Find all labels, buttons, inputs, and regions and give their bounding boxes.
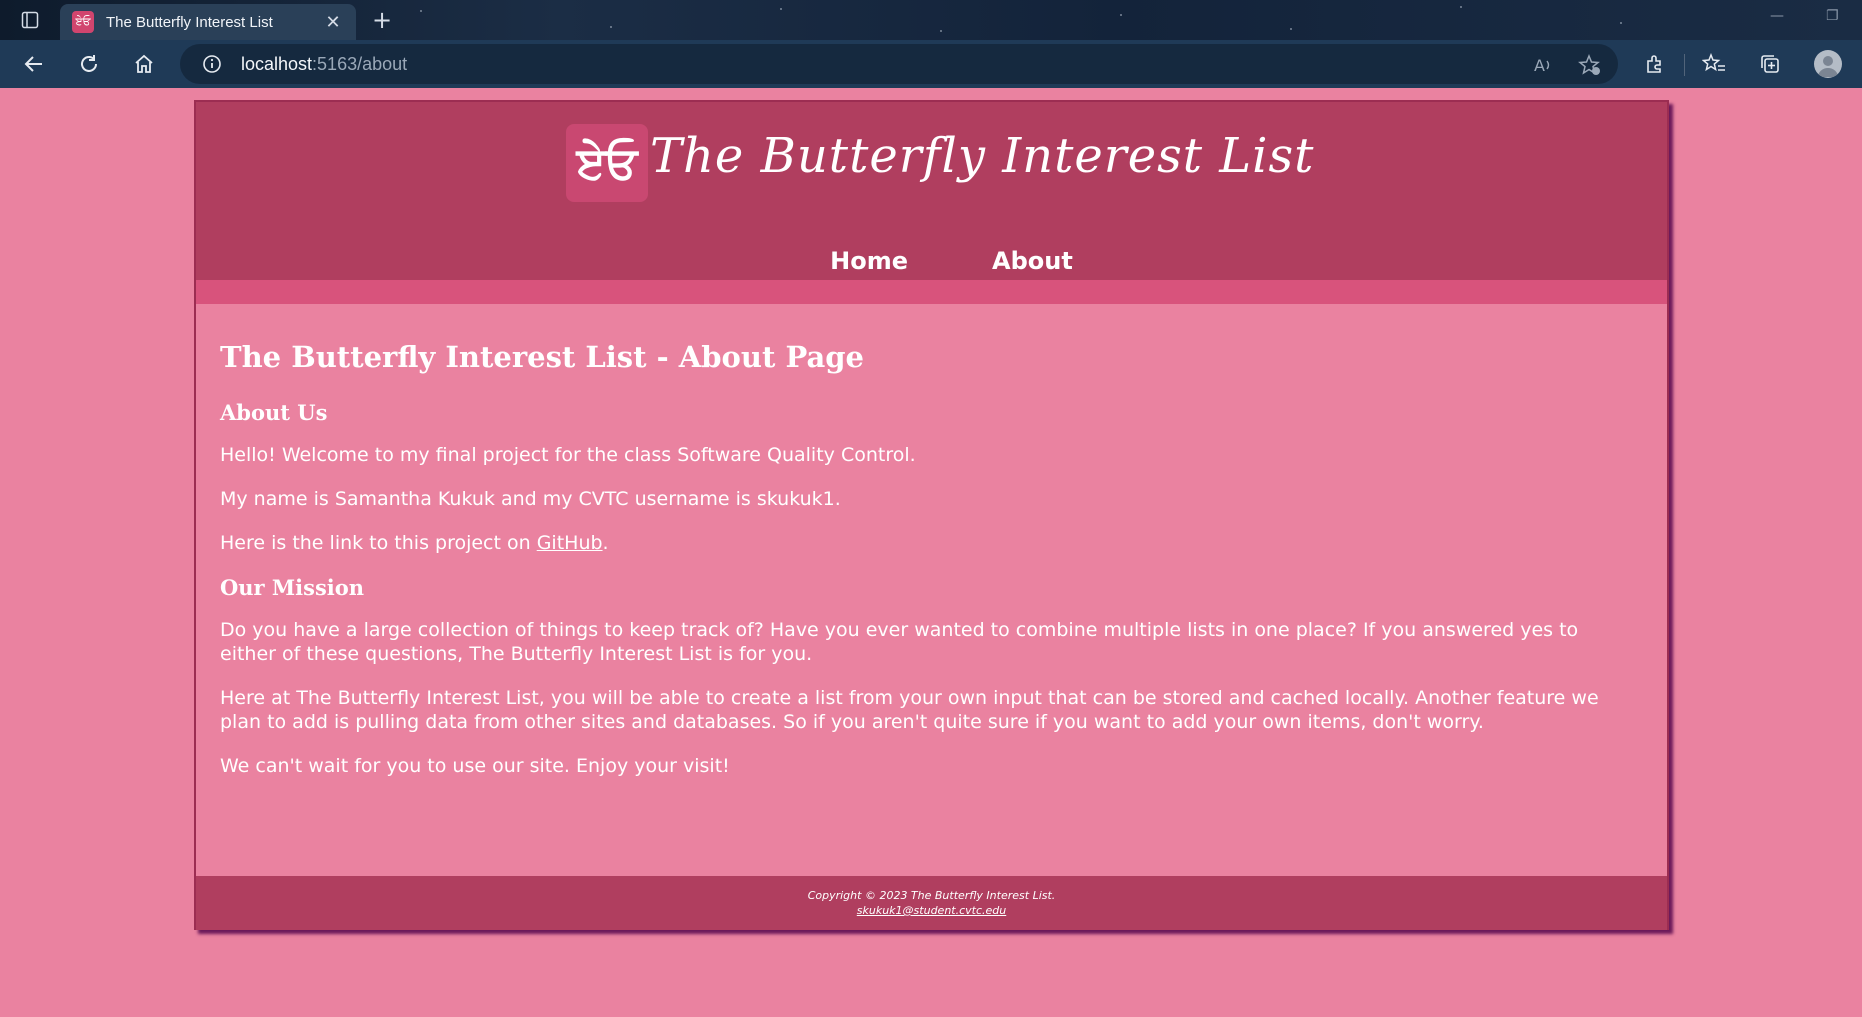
browser-toolbar: localhost:5163/about A: [0, 40, 1862, 88]
extensions-icon[interactable]: [1640, 50, 1668, 78]
tab-title: The Butterfly Interest List: [106, 13, 273, 31]
browser-titlebar: ਏਓ The Butterfly Interest List ✕ + — ❐: [0, 0, 1862, 40]
read-aloud-icon[interactable]: A: [1532, 54, 1556, 76]
welcome-paragraph: Hello! Welcome to my final project for t…: [220, 444, 916, 466]
header-accent-bar: [196, 280, 1667, 304]
back-arrow-icon[interactable]: [20, 50, 48, 78]
toolbar-separator: [1684, 54, 1685, 76]
address-bar[interactable]: localhost:5163/about A: [180, 44, 1618, 84]
github-text: Here is the link to this project on: [220, 532, 537, 554]
github-paragraph: Here is the link to this project on GitH…: [220, 531, 1640, 555]
add-favorite-icon[interactable]: [1578, 54, 1602, 76]
site-title: The Butterfly Interest List: [650, 128, 1315, 184]
mission-heading: Our Mission: [220, 575, 365, 600]
about-heading: About Us: [220, 400, 328, 425]
site-info-icon[interactable]: [202, 54, 222, 74]
site-header: ਏਓ The Butterfly Interest List Home Abou…: [196, 102, 1667, 302]
tab-actions-icon[interactable]: [16, 8, 44, 32]
collections-icon[interactable]: [1756, 50, 1784, 78]
page-container: ਏਓ The Butterfly Interest List Home Abou…: [194, 100, 1669, 930]
reload-icon[interactable]: [75, 50, 103, 78]
favorites-icon[interactable]: [1700, 50, 1728, 78]
mission-paragraph-2: Here at The Butterfly Interest List, you…: [220, 687, 1599, 733]
home-icon[interactable]: [130, 50, 158, 78]
main-content: The Butterfly Interest List - About Page…: [220, 340, 1640, 798]
name-paragraph: My name is Samantha Kukuk and my CVTC us…: [220, 488, 841, 510]
close-tab-icon[interactable]: ✕: [322, 12, 344, 33]
nav-link-home[interactable]: Home: [830, 247, 908, 275]
site-footer: Copyright © 2023 The Butterfly Interest …: [196, 876, 1667, 930]
url-path: :5163/about: [312, 54, 408, 74]
restore-icon[interactable]: ❐: [1826, 8, 1839, 24]
svg-text:A: A: [1534, 56, 1545, 75]
closing-paragraph: We can't wait for you to use our site. E…: [220, 755, 730, 777]
page-title: The Butterfly Interest List - About Page: [220, 340, 865, 374]
main-nav: Home About: [196, 247, 1667, 275]
profile-icon[interactable]: [1814, 50, 1842, 78]
minimize-icon[interactable]: —: [1770, 8, 1784, 24]
butterfly-logo: ਏਓ: [566, 124, 648, 202]
url-text[interactable]: localhost:5163/about: [241, 54, 407, 75]
email-link[interactable]: skukuk1@student.cvtc.edu: [857, 904, 1006, 917]
github-link[interactable]: GitHub: [537, 532, 603, 554]
copyright-text: Copyright © 2023 The Butterfly Interest …: [807, 889, 1056, 902]
github-period: .: [602, 532, 609, 554]
new-tab-icon[interactable]: +: [368, 6, 396, 34]
mission-paragraph-1: Do you have a large collection of things…: [220, 619, 1579, 665]
url-host: localhost: [241, 54, 313, 74]
browser-tab[interactable]: ਏਓ The Butterfly Interest List ✕: [60, 4, 356, 40]
tab-favicon-icon: ਏਓ: [72, 11, 94, 33]
nav-link-about[interactable]: About: [992, 247, 1073, 275]
